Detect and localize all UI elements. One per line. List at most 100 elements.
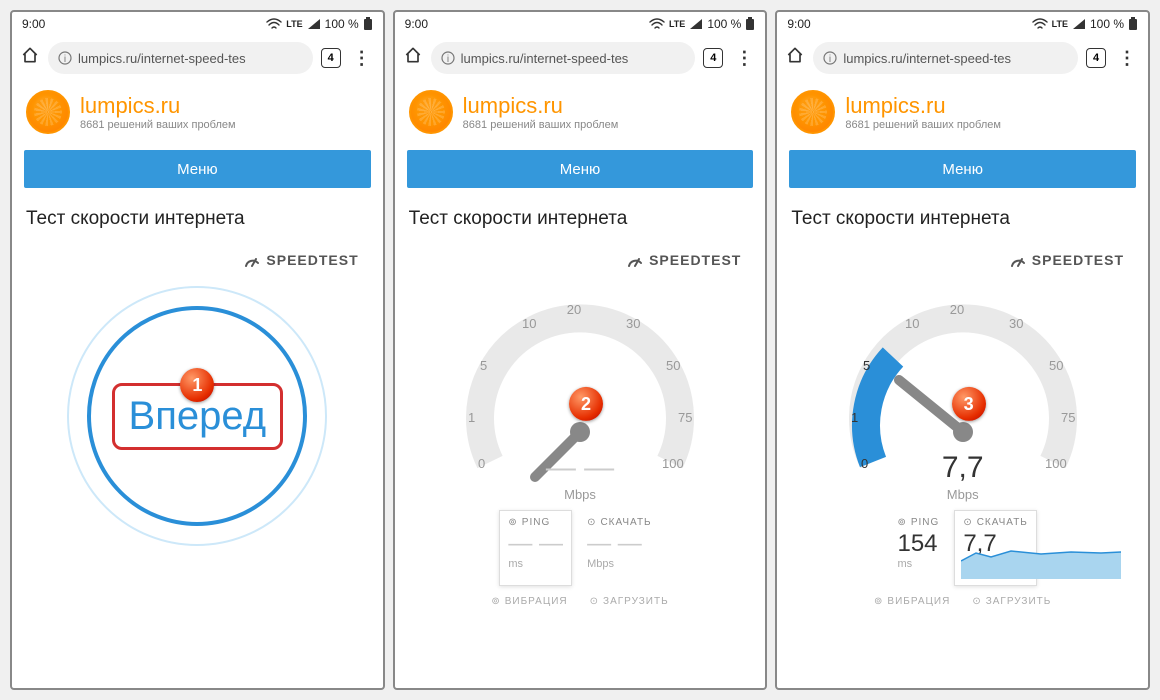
svg-text:10: 10 <box>522 316 536 331</box>
signal-icon <box>307 18 321 30</box>
svg-text:30: 30 <box>626 316 640 331</box>
site-menu-button[interactable]: Меню <box>407 150 754 188</box>
tab-count[interactable]: 4 <box>1086 48 1106 68</box>
battery-label: 100 % <box>707 17 741 31</box>
svg-text:20: 20 <box>949 302 963 317</box>
browser-toolbar: i lumpics.ru/internet-speed-tes 4 ⋮ <box>777 36 1148 80</box>
jitter-icon: ⊚ <box>491 596 500 607</box>
browser-toolbar: i lumpics.ru/internet-speed-tes 4 ⋮ <box>395 36 766 80</box>
site-title: lumpics.ru <box>845 93 1001 119</box>
page-title: Тест скорости интернета <box>12 194 383 234</box>
ping-icon: ⊚ <box>508 517 517 528</box>
site-subtitle: 8681 решений ваших проблем <box>845 119 1001 131</box>
svg-text:5: 5 <box>863 358 870 373</box>
svg-text:20: 20 <box>567 302 581 317</box>
site-menu-button[interactable]: Меню <box>24 150 371 188</box>
status-icons: LTE 100 % <box>649 17 755 31</box>
battery-icon <box>1128 17 1138 31</box>
site-subtitle: 8681 решений ваших проблем <box>80 119 236 131</box>
gauge-icon <box>1010 252 1026 268</box>
url-text: lumpics.ru/internet-speed-tes <box>461 51 629 66</box>
status-bar: 9:00 LTE 100 % <box>395 12 766 36</box>
svg-text:i: i <box>64 54 66 65</box>
gauge-value: 7,7 <box>942 451 984 485</box>
page-title: Тест скорости интернета <box>395 194 766 234</box>
signal-icon <box>1072 18 1086 30</box>
svg-text:50: 50 <box>666 358 680 373</box>
download-icon: ⊙ <box>963 517 972 528</box>
menu-dots-icon[interactable]: ⋮ <box>731 48 757 69</box>
metrics-row: ⊚PING — — ms ⊙СКАЧАТЬ — — Mbps <box>489 502 670 590</box>
battery-label: 100 % <box>1090 17 1124 31</box>
go-button[interactable]: 1 Вперед <box>87 306 307 526</box>
svg-text:75: 75 <box>678 410 692 425</box>
step-badge-3: 3 <box>952 387 986 421</box>
menu-dots-icon[interactable]: ⋮ <box>1114 48 1140 69</box>
net-label: LTE <box>1052 19 1068 29</box>
speedtest-brand: SPEEDTEST <box>395 234 766 276</box>
url-bar[interactable]: i lumpics.ru/internet-speed-tes <box>813 42 1078 74</box>
ping-box: ⊚PING 154 ms <box>888 510 948 586</box>
status-time: 9:00 <box>405 17 428 31</box>
net-label: LTE <box>669 19 685 29</box>
site-logo-icon <box>26 90 70 134</box>
home-icon[interactable] <box>403 45 423 71</box>
download-box: ⊙СКАЧАТЬ — — Mbps <box>578 510 661 586</box>
status-time: 9:00 <box>787 17 810 31</box>
tab-count[interactable]: 4 <box>321 48 341 68</box>
site-title: lumpics.ru <box>80 93 236 119</box>
page-title: Тест скорости интернета <box>777 194 1148 234</box>
gauge-unit: Mbps <box>564 487 596 502</box>
net-label: LTE <box>286 19 302 29</box>
site-title: lumpics.ru <box>463 93 619 119</box>
gauge-area: 0 1 5 10 20 30 50 75 100 3 7,7 Mbps ⊚PIN… <box>777 276 1148 688</box>
gauge-area: 0 1 5 10 20 30 50 75 100 2 — — Mbps ⊚PIN… <box>395 276 766 688</box>
url-bar[interactable]: i lumpics.ru/internet-speed-tes <box>48 42 313 74</box>
battery-icon <box>363 17 373 31</box>
status-time: 9:00 <box>22 17 45 31</box>
status-icons: LTE 100 % <box>1032 17 1138 31</box>
go-area: 1 Вперед <box>12 276 383 688</box>
gauge-value: — — <box>546 451 614 485</box>
tab-count[interactable]: 4 <box>703 48 723 68</box>
site-header: lumpics.ru 8681 решений ваших проблем <box>395 80 766 144</box>
svg-text:0: 0 <box>478 456 485 471</box>
ping-icon: ⊚ <box>897 517 906 528</box>
upload-icon: ⊙ <box>972 596 981 607</box>
site-header: lumpics.ru 8681 решений ваших проблем <box>12 80 383 144</box>
gauge-icon <box>627 252 643 268</box>
status-bar: 9:00 LTE 100 % <box>12 12 383 36</box>
phone-frame-1: 9:00 LTE 100 % i lumpics.ru/internet-spe… <box>10 10 385 690</box>
secondary-metrics: ⊚ВИБРАЦИЯ ⊙ЗАГРУЗИТЬ <box>856 590 1069 617</box>
go-outer-ring: 1 Вперед <box>67 286 327 546</box>
step-badge-1: 1 <box>180 368 214 402</box>
home-icon[interactable] <box>20 45 40 71</box>
site-logo-icon <box>791 90 835 134</box>
status-icons: LTE 100 % <box>266 17 372 31</box>
menu-dots-icon[interactable]: ⋮ <box>349 48 375 69</box>
home-icon[interactable] <box>785 45 805 71</box>
metrics-row: ⊚PING 154 ms ⊙СКАЧАТЬ 7,7 Mbps <box>878 502 1046 590</box>
info-icon: i <box>441 51 455 65</box>
info-icon: i <box>823 51 837 65</box>
browser-toolbar: i lumpics.ru/internet-speed-tes 4 ⋮ <box>12 36 383 80</box>
svg-text:1: 1 <box>851 410 858 425</box>
url-bar[interactable]: i lumpics.ru/internet-speed-tes <box>431 42 696 74</box>
step-badge-2: 2 <box>569 387 603 421</box>
download-chart <box>961 545 1121 579</box>
phone-frame-3: 9:00 LTE 100 % i lumpics.ru/internet-spe… <box>775 10 1150 690</box>
speedtest-brand: SPEEDTEST <box>12 234 383 276</box>
wifi-icon <box>649 18 665 30</box>
svg-text:10: 10 <box>905 316 919 331</box>
site-logo-icon <box>409 90 453 134</box>
svg-text:1: 1 <box>468 410 475 425</box>
signal-icon <box>689 18 703 30</box>
battery-icon <box>745 17 755 31</box>
secondary-metrics: ⊚ВИБРАЦИЯ ⊙ЗАГРУЗИТЬ <box>473 590 686 617</box>
svg-text:75: 75 <box>1061 410 1075 425</box>
site-menu-button[interactable]: Меню <box>789 150 1136 188</box>
speedtest-brand: SPEEDTEST <box>777 234 1148 276</box>
url-text: lumpics.ru/internet-speed-tes <box>78 51 246 66</box>
gauge-icon <box>244 252 260 268</box>
svg-text:30: 30 <box>1009 316 1023 331</box>
